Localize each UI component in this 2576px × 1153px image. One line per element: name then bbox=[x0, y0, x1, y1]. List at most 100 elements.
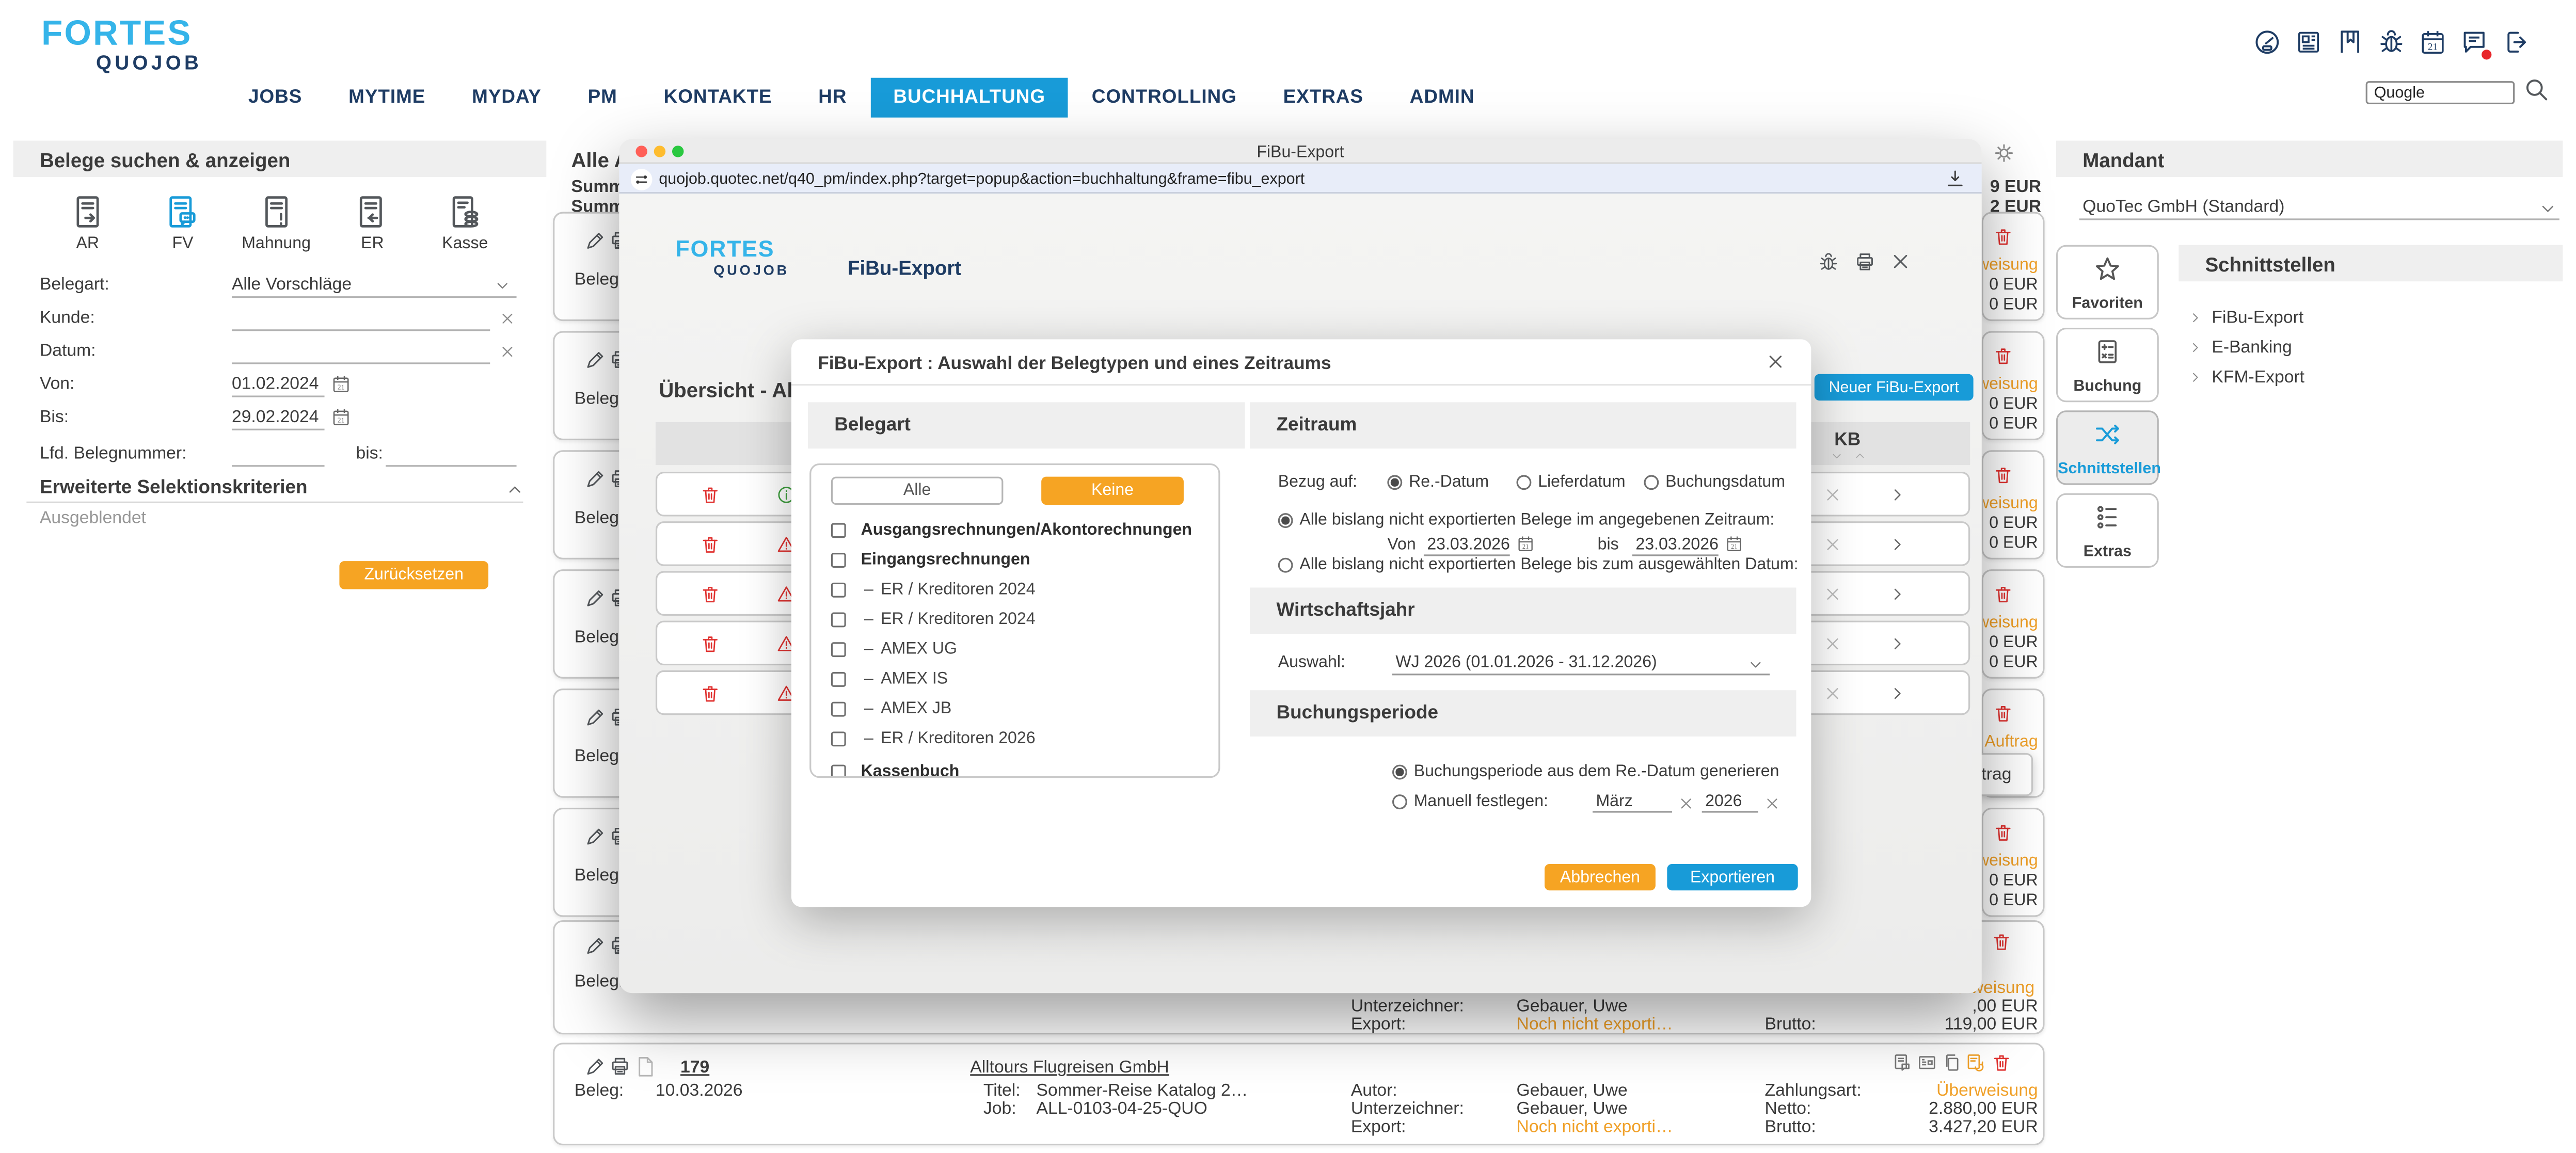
doc-type-ar-icon[interactable] bbox=[70, 190, 106, 233]
customer-link[interactable]: Alltours Flugreisen GmbH bbox=[970, 1058, 1169, 1078]
until-option-label[interactable]: Alle bislang nicht exportierten Belege b… bbox=[1299, 556, 1798, 576]
open-chevron-icon[interactable] bbox=[1889, 487, 1905, 503]
year-input[interactable] bbox=[1702, 793, 1758, 812]
clear-icon[interactable] bbox=[500, 344, 515, 359]
radio-lieferdatum[interactable] bbox=[1517, 475, 1532, 490]
checkbox[interactable] bbox=[831, 613, 845, 627]
von-input[interactable] bbox=[1424, 536, 1510, 556]
checkbox[interactable] bbox=[831, 731, 845, 745]
datum-input[interactable] bbox=[232, 341, 490, 364]
edit-icon[interactable] bbox=[584, 826, 606, 847]
reset-button[interactable]: Zurücksetzen bbox=[339, 561, 488, 589]
export-doc-icon[interactable] bbox=[1965, 1053, 1985, 1072]
edit-icon[interactable] bbox=[584, 707, 606, 728]
table-row-right[interactable]: Überweisung 0 EUR 0 EUR bbox=[1982, 331, 2045, 440]
export-button[interactable]: Exportieren bbox=[1667, 864, 1798, 890]
belegart-item[interactable]: Kassenbuch bbox=[861, 763, 960, 778]
new-fibu-export-button[interactable]: Neuer FiBu-Export bbox=[1815, 374, 1974, 401]
advanced-criteria-label[interactable]: Erweiterte Selektionskriterien bbox=[40, 478, 308, 501]
kb-x-icon[interactable] bbox=[1824, 536, 1841, 553]
delete-icon[interactable] bbox=[1993, 465, 2013, 485]
belegart-item[interactable]: Eingangsrechnungen bbox=[861, 551, 1030, 571]
invoice-row[interactable]: 179 Alltours Flugreisen GmbH Beleg: 10.0… bbox=[553, 1043, 2044, 1145]
kb-x-icon[interactable] bbox=[1824, 586, 1841, 602]
bookmark-icon[interactable] bbox=[2336, 28, 2364, 57]
delete-icon[interactable] bbox=[701, 485, 720, 505]
delete-icon[interactable] bbox=[1992, 1053, 2011, 1072]
sidebar-tile-favoriten[interactable]: Favoriten bbox=[2056, 245, 2159, 319]
calendar-icon[interactable] bbox=[2419, 28, 2447, 57]
nav-mytime[interactable]: MYTIME bbox=[325, 78, 449, 118]
checkbox[interactable] bbox=[831, 553, 845, 567]
nav-kontakte[interactable]: KONTAKTE bbox=[641, 78, 796, 118]
belegart-item[interactable]: AMEX IS bbox=[881, 670, 948, 690]
print-icon[interactable] bbox=[609, 1056, 631, 1078]
sidebar-item-e-banking[interactable]: E-Banking bbox=[2212, 338, 2292, 358]
delete-icon[interactable] bbox=[701, 634, 720, 653]
doc-type-mahnung-label[interactable]: Mahnung bbox=[242, 235, 311, 254]
popup-titlebar[interactable]: FiBu-Export bbox=[619, 139, 1981, 164]
edit-icon[interactable] bbox=[584, 587, 606, 609]
select-none-button[interactable]: Keine bbox=[1041, 477, 1184, 505]
table-row-right[interactable]: Überweisung 0 EUR 0 EUR bbox=[1982, 569, 2045, 679]
sidebar-item-kfm-export[interactable]: KFM-Export bbox=[2212, 367, 2304, 388]
search-icon[interactable] bbox=[2523, 76, 2549, 103]
belegart-item[interactable]: AMEX UG bbox=[881, 640, 957, 660]
belegart-item[interactable]: ER / Kreditoren 2024 bbox=[881, 581, 1035, 601]
delete-icon[interactable] bbox=[1992, 932, 2011, 951]
pdf-icon[interactable] bbox=[634, 1056, 656, 1078]
sidebar-tile-buchung[interactable]: Buchung bbox=[2056, 328, 2159, 402]
delete-icon[interactable] bbox=[1993, 584, 2013, 604]
form-icon[interactable] bbox=[1917, 1053, 1937, 1072]
sort-up-icon[interactable] bbox=[1854, 450, 1866, 461]
doc-type-er-label[interactable]: ER bbox=[361, 235, 384, 254]
clear-icon[interactable] bbox=[1765, 796, 1780, 811]
dialog-close-icon[interactable] bbox=[1767, 353, 1785, 371]
open-chevron-icon[interactable] bbox=[1889, 586, 1905, 602]
radio-lieferdatum-label[interactable]: Lieferdatum bbox=[1538, 473, 1625, 493]
belegart-item[interactable]: ER / Kreditoren 2026 bbox=[881, 730, 1035, 749]
belegart-item[interactable]: Ausgangsrechnungen/Akontorechnungen bbox=[861, 521, 1192, 541]
doc-type-er-icon[interactable] bbox=[353, 190, 389, 233]
print-icon[interactable] bbox=[1854, 251, 1876, 273]
dashboard-icon[interactable] bbox=[2253, 28, 2282, 57]
radio-buchungsdatum-label[interactable]: Buchungsdatum bbox=[1665, 473, 1785, 493]
messages-icon[interactable] bbox=[2460, 28, 2488, 57]
open-chevron-icon[interactable] bbox=[1889, 685, 1905, 702]
kb-x-icon[interactable] bbox=[1824, 487, 1841, 503]
clear-icon[interactable] bbox=[500, 311, 515, 326]
doc-type-kasse-icon[interactable] bbox=[447, 190, 484, 233]
wirtschaftsjahr-select[interactable] bbox=[1392, 654, 1770, 676]
nav-pm[interactable]: PM bbox=[565, 78, 641, 118]
delete-icon[interactable] bbox=[1993, 703, 2013, 723]
range-option-label[interactable]: Alle bislang nicht exportierten Belege i… bbox=[1299, 511, 1774, 531]
bis-input[interactable] bbox=[232, 407, 325, 430]
edit-icon[interactable] bbox=[584, 469, 606, 490]
lfd-von-input[interactable] bbox=[232, 443, 325, 467]
bug-report-icon[interactable] bbox=[1818, 251, 1839, 273]
checkbox[interactable] bbox=[831, 765, 845, 778]
delete-icon[interactable] bbox=[701, 584, 720, 604]
invoice-number-link[interactable]: 179 bbox=[680, 1058, 709, 1078]
table-row-right[interactable]: Überweisung 0 EUR 0 EUR bbox=[1982, 808, 2045, 917]
bis-input[interactable] bbox=[1632, 536, 1719, 556]
doc-type-mahnung-icon[interactable] bbox=[258, 190, 295, 233]
edit-icon[interactable] bbox=[584, 1056, 606, 1078]
radio-re-datum[interactable] bbox=[1387, 475, 1402, 490]
clear-icon[interactable] bbox=[1679, 796, 1694, 811]
logout-icon[interactable] bbox=[2502, 28, 2530, 57]
checkbox[interactable] bbox=[831, 642, 845, 656]
sidebar-tile-schnittstellen[interactable]: Schnittstellen bbox=[2056, 410, 2159, 485]
mandant-select[interactable] bbox=[2079, 197, 2559, 220]
nav-admin[interactable]: ADMIN bbox=[1387, 78, 1498, 118]
checkbox[interactable] bbox=[831, 672, 845, 686]
delete-icon[interactable] bbox=[1993, 227, 2013, 246]
belegart-item[interactable]: ER / Kreditoren 2024 bbox=[881, 611, 1035, 630]
doc-type-fv-icon[interactable] bbox=[164, 190, 200, 233]
radio-generate-option[interactable] bbox=[1392, 765, 1407, 780]
nav-hr[interactable]: HR bbox=[795, 78, 870, 118]
calendar-picker-icon[interactable] bbox=[331, 407, 351, 427]
belegart-item[interactable]: AMEX JB bbox=[881, 700, 951, 720]
table-row-right[interactable]: Überweisung 0 EUR 0 EUR bbox=[1982, 212, 2045, 321]
kunde-input[interactable] bbox=[232, 308, 490, 331]
